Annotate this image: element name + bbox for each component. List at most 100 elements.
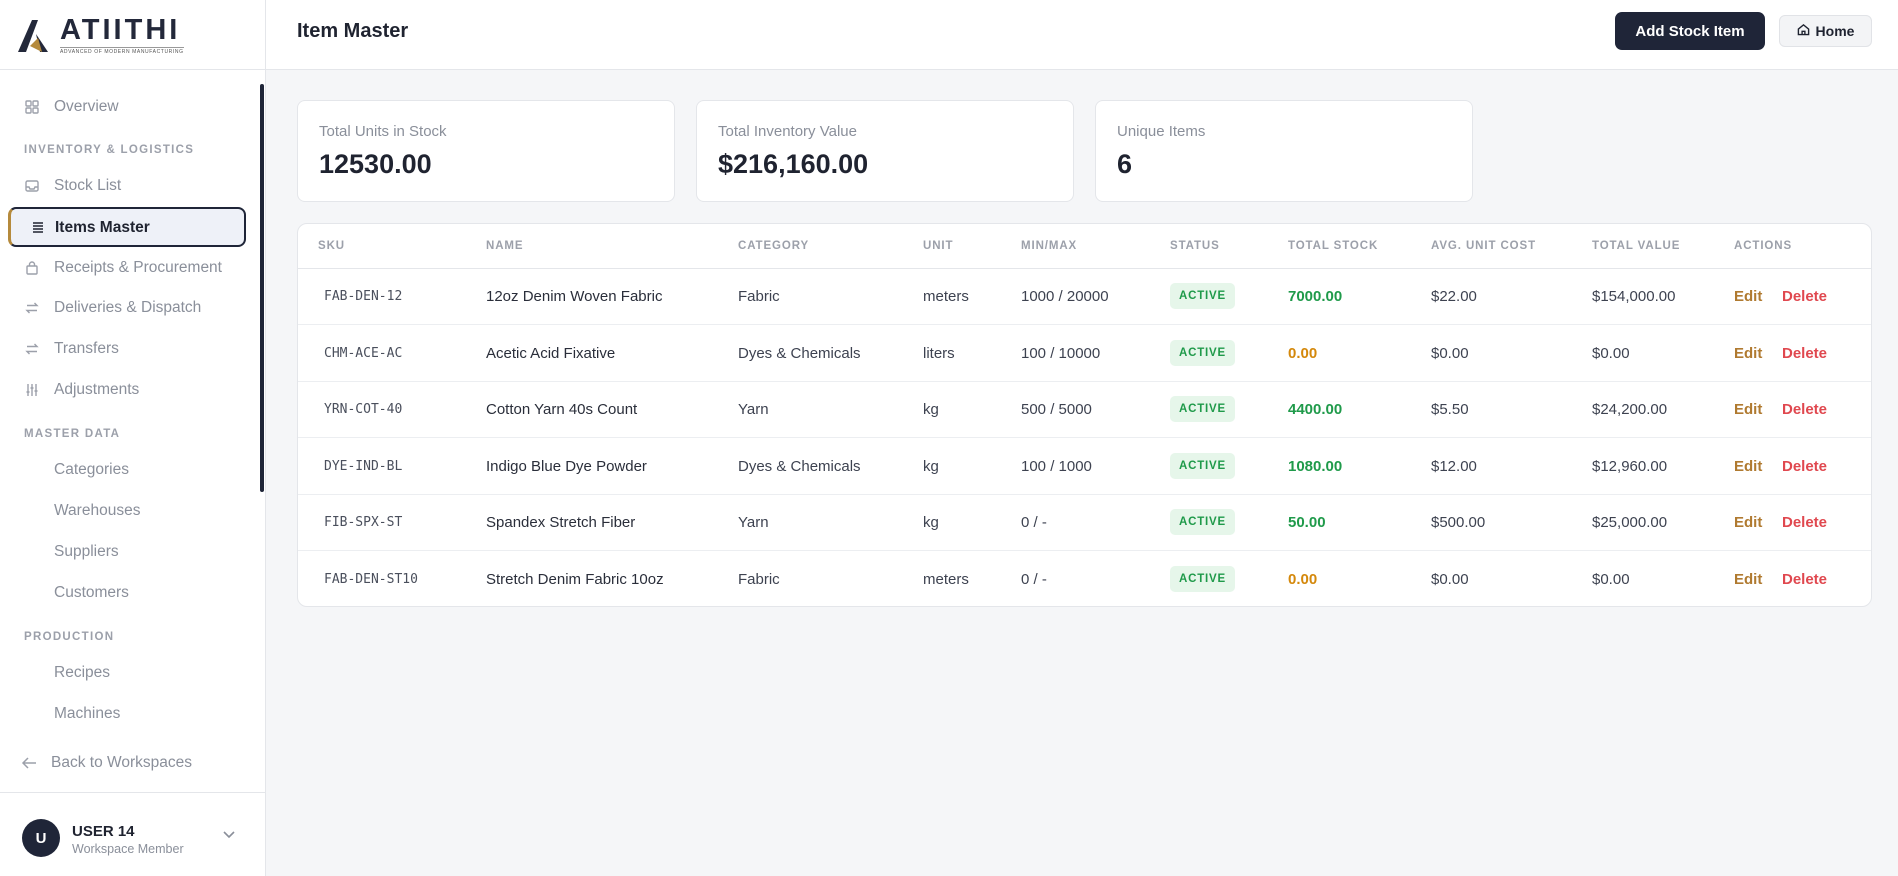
stat-value: 12530.00 [319, 149, 432, 179]
stat-card-unique-items: Unique Items 6 [1095, 100, 1473, 202]
sidebar-scrollbar[interactable] [260, 84, 264, 492]
sidebar-item-adjustments[interactable]: Adjustments [24, 380, 139, 400]
sidebar-item-transfers[interactable]: Transfers [24, 339, 119, 359]
table-row[interactable]: DYE-IND-BL Indigo Blue Dye Powder Dyes & C… [298, 439, 1871, 495]
user-menu[interactable]: U USER 14 Workspace Member [0, 792, 266, 876]
sidebar-item-label: Items Master [55, 219, 150, 236]
chevron-down-icon[interactable] [222, 827, 236, 845]
edit-link[interactable]: Edit [1734, 458, 1762, 475]
name-cell: Stretch Denim Fabric 10oz [486, 570, 664, 588]
column-header[interactable]: NAME [486, 240, 523, 252]
name-cell: Cotton Yarn 40s Count [486, 401, 638, 418]
minmax-cell: 0 / - [1021, 514, 1047, 531]
unit-cost-cell: $500.00 [1431, 514, 1486, 531]
unit-cost-cell: $0.00 [1431, 344, 1469, 362]
table-row[interactable]: FAB-DEN-ST10 Stretch Denim Fabric 10oz Fab… [298, 552, 1871, 607]
back-to-workspaces-link[interactable]: Back to Workspaces [21, 753, 192, 773]
category-cell: Dyes & Chemicals [738, 457, 861, 475]
unit-cell: liters [923, 344, 955, 362]
total-value-cell: $0.00 [1592, 570, 1630, 588]
table-row[interactable]: CHM-ACE-AC Acetic Acid Fixative Dyes & Che… [298, 326, 1871, 382]
delete-link[interactable]: Delete [1782, 345, 1827, 362]
sidebar-item-warehouses[interactable]: Warehouses [54, 501, 140, 521]
minmax-cell: 500 / 5000 [1021, 401, 1092, 418]
status-badge: ACTIVE [1170, 452, 1235, 479]
minmax-cell: 1000 / 20000 [1021, 288, 1109, 305]
edit-link[interactable]: Edit [1734, 571, 1762, 588]
sidebar-item-deliveries[interactable]: Deliveries & Dispatch [24, 298, 201, 318]
stat-label: Total Inventory Value [718, 123, 857, 140]
sku-cell: FAB-DEN-ST10 [324, 571, 418, 587]
sliders-icon [24, 382, 40, 398]
total-value-cell: $25,000.00 [1592, 514, 1668, 531]
column-header: ACTIONS [1734, 240, 1793, 252]
total-stock-cell: 0.00 [1288, 570, 1318, 588]
brand-name: ATIITHI [60, 13, 181, 46]
status-badge: ACTIVE [1170, 565, 1235, 592]
edit-link[interactable]: Edit [1734, 401, 1762, 418]
status-badge: ACTIVE [1170, 283, 1235, 309]
home-label: Home [1815, 23, 1855, 39]
section-inventory: INVENTORY & LOGISTICS [24, 144, 195, 156]
column-header[interactable]: UNIT [923, 240, 953, 252]
user-role: Workspace Member [72, 842, 184, 856]
sidebar-item-items-master[interactable]: Items Master [8, 207, 246, 247]
minmax-cell: 100 / 10000 [1021, 344, 1101, 362]
column-header[interactable]: CATEGORY [738, 240, 809, 252]
user-name: USER 14 [72, 823, 135, 840]
add-stock-item-button[interactable]: Add Stock Item [1615, 12, 1765, 50]
column-header[interactable]: SKU [318, 240, 345, 252]
sidebar-item-stock-list[interactable]: Stock List [24, 176, 121, 196]
sidebar-item-receipts[interactable]: Receipts & Procurement [24, 258, 222, 278]
sidebar-item-label: Stock List [54, 177, 122, 194]
arrows-exchange-icon [24, 341, 40, 357]
brand-logo[interactable]: ATIITHI ADVANCED OF MODERN MANUFACTURING [0, 0, 265, 70]
unit-cost-cell: $5.50 [1431, 401, 1469, 418]
sku-cell: DYE-IND-BL [324, 458, 403, 474]
edit-link[interactable]: Edit [1734, 288, 1762, 305]
delete-link[interactable]: Delete [1782, 514, 1827, 531]
sidebar-item-categories[interactable]: Categories [54, 460, 129, 480]
stat-value: 6 [1117, 149, 1133, 179]
unit-cost-cell: $22.00 [1431, 288, 1477, 305]
status-badge: ACTIVE [1170, 509, 1235, 535]
delete-link[interactable]: Delete [1782, 458, 1827, 475]
sidebar: ATIITHI ADVANCED OF MODERN MANUFACTURING… [0, 0, 266, 876]
edit-link[interactable]: Edit [1734, 514, 1762, 531]
delete-link[interactable]: Delete [1782, 288, 1827, 305]
unit-cost-cell: $0.00 [1431, 570, 1469, 588]
sku-cell: CHM-ACE-AC [324, 345, 403, 361]
sidebar-item-recipes[interactable]: Recipes [54, 663, 110, 683]
status-badge: ACTIVE [1170, 396, 1235, 422]
column-header[interactable]: TOTAL STOCK [1288, 240, 1378, 252]
stat-card-inventory-value: Total Inventory Value $216,160.00 [696, 100, 1074, 202]
sku-cell: YRN-COT-40 [324, 402, 403, 417]
total-stock-cell: 0.00 [1288, 344, 1318, 362]
table-row[interactable]: FAB-DEN-12 12oz Denim Woven Fabric Fabric m… [298, 269, 1871, 325]
sidebar-item-label: Overview [54, 98, 119, 115]
column-header[interactable]: STATUS [1170, 240, 1220, 252]
arrows-exchange-icon [24, 300, 40, 316]
table-row[interactable]: FIB-SPX-ST Spandex Stretch Fiber Yarn kg 0 /… [298, 495, 1871, 551]
column-header[interactable]: AVG. UNIT COST [1431, 240, 1536, 252]
total-value-cell: $24,200.00 [1592, 401, 1668, 418]
sidebar-item-label: Receipts & Procurement [54, 259, 222, 276]
sidebar-item-machines[interactable]: Machines [54, 704, 120, 724]
edit-link[interactable]: Edit [1734, 345, 1762, 362]
avatar: U [22, 819, 60, 857]
column-header[interactable]: MIN/MAX [1021, 240, 1077, 252]
name-cell: Acetic Acid Fixative [486, 344, 616, 362]
table-row[interactable]: YRN-COT-40 Cotton Yarn 40s Count Yarn kg 500… [298, 382, 1871, 438]
home-button[interactable]: Home [1779, 15, 1872, 47]
total-stock-cell: 7000.00 [1288, 288, 1343, 305]
delete-link[interactable]: Delete [1782, 571, 1827, 588]
unit-cell: meters [923, 288, 969, 305]
sidebar-item-customers[interactable]: Customers [54, 583, 129, 603]
delete-link[interactable]: Delete [1782, 401, 1827, 418]
sidebar-item-suppliers[interactable]: Suppliers [54, 542, 119, 562]
total-stock-cell: 4400.00 [1288, 401, 1343, 418]
category-cell: Yarn [738, 514, 769, 531]
sidebar-item-label: Transfers [54, 340, 119, 357]
sidebar-item-overview[interactable]: Overview [24, 97, 119, 117]
column-header[interactable]: TOTAL VALUE [1592, 240, 1680, 252]
